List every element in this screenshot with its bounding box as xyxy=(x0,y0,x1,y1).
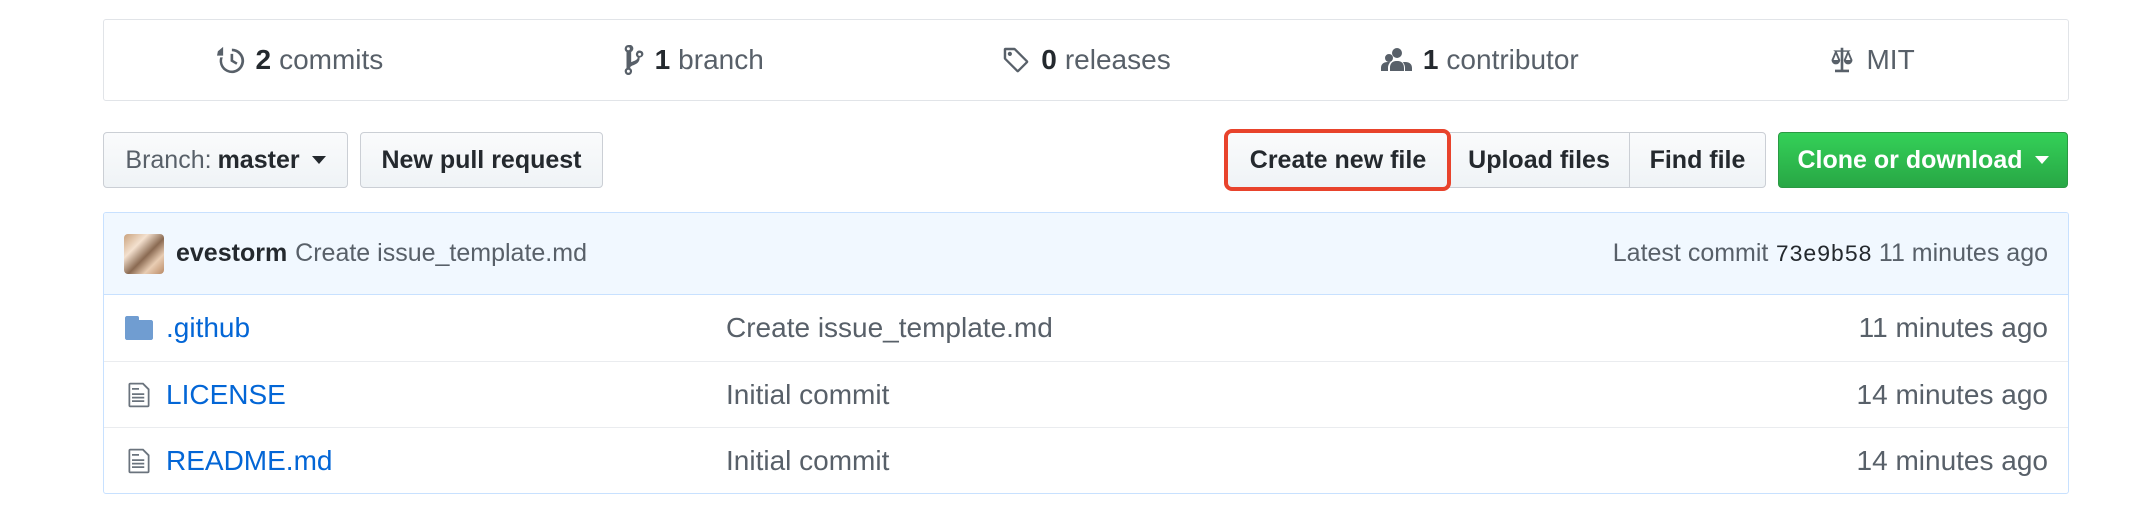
file-name-link[interactable]: README.md xyxy=(166,445,726,477)
clone-label: Clone or download xyxy=(1797,145,2023,174)
commit-message-link[interactable]: Create issue_template.md xyxy=(295,239,587,268)
branch-select-button[interactable]: Branch: master xyxy=(103,132,348,188)
people-icon xyxy=(1379,46,1413,74)
latest-commit-prefix: Latest commit xyxy=(1612,239,1769,267)
caret-down-icon xyxy=(2034,156,2049,164)
git-branch-icon xyxy=(623,45,645,75)
clone-or-download-button[interactable]: Clone or download xyxy=(1778,132,2068,188)
commits-label: commits xyxy=(279,44,384,75)
law-icon xyxy=(1828,46,1856,74)
file-commit-message[interactable]: Initial commit xyxy=(726,379,1857,411)
file-age: 14 minutes ago xyxy=(1856,378,2048,410)
file-icon xyxy=(124,381,154,409)
folder-icon xyxy=(124,316,154,340)
history-icon xyxy=(217,46,245,74)
license-link[interactable]: MIT xyxy=(1675,44,2068,76)
file-name-link[interactable]: LICENSE xyxy=(166,379,726,411)
file-actions-group: Create new file Upload files Find file xyxy=(1227,132,1766,188)
releases-label: releases xyxy=(1064,44,1171,75)
license-label: MIT xyxy=(1866,44,1915,75)
branch-name: master xyxy=(217,145,300,174)
latest-commit-bar: evestorm Create issue_template.md Latest… xyxy=(104,213,2068,295)
repo-summary: 2 commits 1 branch 0 releases 1 contribu… xyxy=(103,19,2069,101)
new-pull-request-button[interactable]: New pull request xyxy=(360,132,603,188)
find-file-button[interactable]: Find file xyxy=(1629,132,1766,188)
file-navigation: Branch: master New pull request Create n… xyxy=(103,129,2069,191)
branches-label: branch xyxy=(678,44,764,75)
contributors-label: contributor xyxy=(1446,44,1579,75)
file-row: LICENSE Initial commit 14 minutes ago xyxy=(104,361,2068,427)
caret-down-icon xyxy=(311,156,326,164)
repo-content: 2 commits 1 branch 0 releases 1 contribu… xyxy=(103,19,2069,494)
avatar[interactable] xyxy=(124,233,164,274)
file-name-link[interactable]: .github xyxy=(166,312,726,344)
commits-count: 2 xyxy=(255,44,272,75)
file-list: evestorm Create issue_template.md Latest… xyxy=(103,212,2069,494)
file-commit-message[interactable]: Initial commit xyxy=(726,445,1857,477)
releases-count: 0 xyxy=(1041,44,1057,75)
file-age: 14 minutes ago xyxy=(1856,444,2048,476)
file-commit-message[interactable]: Create issue_template.md xyxy=(726,312,1859,344)
tag-icon xyxy=(1001,46,1031,74)
contributors-count: 1 xyxy=(1422,44,1439,75)
file-age: 11 minutes ago xyxy=(1858,312,2048,343)
branches-link[interactable]: 1 branch xyxy=(497,44,890,76)
create-new-file-button[interactable]: Create new file xyxy=(1227,132,1449,188)
upload-files-button[interactable]: Upload files xyxy=(1448,132,1630,188)
latest-commit-info: Latest commit 73e9b58 11 minutes ago xyxy=(1613,239,2048,268)
commits-link[interactable]: 2 commits xyxy=(104,44,497,76)
commit-author-link[interactable]: evestorm xyxy=(176,239,287,268)
latest-commit-age: 11 minutes ago xyxy=(1878,239,2048,267)
branch-prefix: Branch: xyxy=(125,145,212,174)
commit-sha-link[interactable]: 73e9b58 xyxy=(1775,242,1872,268)
releases-link[interactable]: 0 releases xyxy=(890,44,1283,76)
file-icon xyxy=(124,447,154,475)
file-row: .github Create issue_template.md 11 minu… xyxy=(104,295,2068,361)
branches-count: 1 xyxy=(654,44,671,75)
contributors-link[interactable]: 1 contributor xyxy=(1282,44,1675,76)
file-row: README.md Initial commit 14 minutes ago xyxy=(104,427,2068,493)
